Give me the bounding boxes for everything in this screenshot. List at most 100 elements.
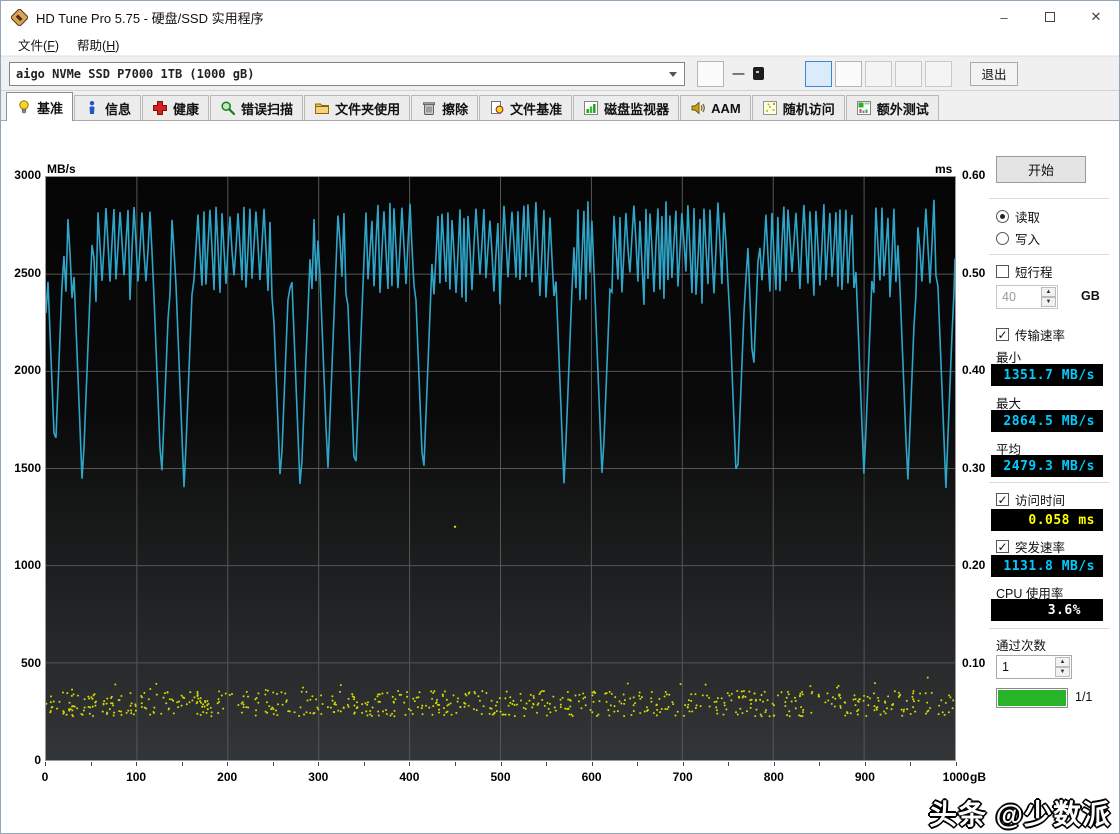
x-minor-tick [181,762,183,766]
x-minor-tick [956,762,957,766]
x-minor-tick [637,762,639,766]
spinner-arrows[interactable]: ▲ ▼ [1041,287,1056,307]
short-stroke-spinner[interactable]: 40 ▲ ▼ [996,285,1058,309]
tab-label: 健康 [173,101,200,117]
y-left-tick: 1000 [14,558,41,572]
start-button[interactable]: 开始 [996,156,1086,183]
x-minor-tick [864,762,866,766]
tab-随机访问[interactable]: 随机访问 [751,95,845,120]
x-minor-tick [272,762,274,766]
disk-monitor-icon [583,100,599,116]
minimize-button[interactable]: – [981,1,1027,33]
x-minor-tick [136,762,138,766]
tab-错误扫描[interactable]: 错误扫描 [210,95,304,120]
min-value: 1351.7 MB/s [991,364,1103,386]
drive-select[interactable]: aigo NVMe SSD P7000 1TB (1000 gB) [9,61,685,86]
y-right-tick: 0.20 [962,558,986,572]
burst-rate-value: 1131.8 MB/s [991,555,1103,577]
spinner-arrows[interactable]: ▲ ▼ [1055,657,1070,677]
tab-文件夹使用[interactable]: 文件夹使用 [304,95,411,120]
x-tick: 500 [490,770,511,784]
screenshot-button[interactable] [865,60,894,91]
x-minor-tick [363,762,365,766]
access-time-value: 0.058 ms [991,509,1103,531]
menu-help[interactable]: 帮助(H) [68,32,128,57]
transfer-rate-checkbox[interactable]: ✓ 传输速率 [996,325,1065,344]
tab-信息[interactable]: 信息 [74,95,142,120]
progress-label: 1/1 [1075,690,1093,704]
write-radio[interactable]: 写入 [996,229,1040,248]
checkbox-checked-icon: ✓ [996,492,1009,507]
x-tick: 200 [217,770,238,784]
window-title: HD Tune Pro 5.75 - 硬盘/SSD 实用程序 [36,10,264,26]
download-button[interactable] [925,60,955,94]
x-tick: 400 [399,770,420,784]
avg-value: 2479.3 MB/s [991,455,1103,477]
read-radio[interactable]: 读取 [996,207,1040,226]
tab-磁盘监视器[interactable]: 磁盘监视器 [573,95,680,120]
tab-label: 擦除 [442,101,469,117]
x-tick: 0 [41,770,49,784]
spin-down-icon: ▼ [1041,297,1056,307]
temperature-button[interactable] [697,60,724,93]
copy-image-button[interactable] [835,60,864,93]
tab-额外测试[interactable]: 额外测试 [845,95,939,120]
maximize-button[interactable] [1027,1,1073,33]
tab-label: 信息 [105,101,132,117]
y-right-tick: 0.60 [962,168,986,182]
y-right-tick: 0.50 [962,265,986,280]
separator [989,254,1109,255]
file-benchmark-icon [489,100,505,116]
spin-up-icon: ▲ [1041,287,1056,297]
tab-label: AAM [711,100,741,116]
tab-label: 磁盘监视器 [604,101,670,117]
tab-健康[interactable]: 健康 [142,95,210,120]
tab-label: 文件基准 [510,101,563,117]
copy-text-button[interactable] [805,60,834,93]
menu-file[interactable]: 文件(F) [9,32,68,57]
tab-AAM[interactable]: AAM [680,95,751,120]
close-button[interactable]: ✕ [1073,1,1119,33]
drive-select-value: aigo NVMe SSD P7000 1TB (1000 gB) [16,66,255,81]
extra-tests-icon [856,100,872,116]
temperature-unit-glyph [753,67,765,80]
y-left-tick: 0 [34,753,41,767]
separator [989,198,1109,199]
spin-up-icon: ▲ [1055,657,1070,667]
exit-button[interactable]: 退出 [970,61,1018,86]
magnifier-icon [220,100,236,116]
x-tick: 600 [581,770,602,784]
tab-基准[interactable]: 基准 [6,92,74,121]
tab-擦除[interactable]: 擦除 [411,95,479,120]
x-minor-tick [546,762,548,766]
access-time-checkbox[interactable]: ✓ 访问时间 [996,490,1065,509]
tab-label: 随机访问 [782,101,835,117]
y-right-tick: 0.10 [962,655,986,670]
y-left-tick: 3000 [14,168,41,182]
bulb-icon [16,99,32,115]
pass-count-spinner[interactable]: 1 ▲ ▼ [996,655,1072,679]
x-minor-tick [454,762,456,766]
tab-label: 错误扫描 [241,101,294,117]
x-minor-tick [682,762,684,766]
burst-rate-checkbox[interactable]: ✓ 突发速率 [996,537,1065,556]
x-tick: 700 [672,770,693,784]
watermark: 头条 @少数派 [928,799,1111,830]
toolbar: aigo NVMe SSD P7000 1TB (1000 gB) 一 退出 [1,56,1119,94]
short-stroke-checkbox[interactable]: 短行程 [996,262,1053,281]
info-icon [84,100,100,116]
tab-label: 文件夹使用 [335,101,401,117]
x-tick: 100 [126,770,147,784]
percent-button[interactable] [895,60,923,92]
folder-icon [314,100,330,116]
benchmark-panel: 开始 读取 写入 短行程 40 ▲ ▼ GB ✓ 传输速率 最小 1351.7 MB… [989,121,1119,833]
tab-文件基准[interactable]: 文件基准 [479,95,573,120]
spin-down-icon: ▼ [1055,667,1070,677]
chevron-down-icon [669,71,677,77]
benchmark-view: MB/s ms 3000 2500 2000 1500 1000 500 0 0.60 0.5… [1,121,1119,833]
progress-bar [996,688,1068,708]
short-stroke-unit: GB [1081,289,1100,303]
x-minor-tick [773,762,775,766]
radio-icon [996,232,1009,245]
benchmark-plot [45,176,956,761]
